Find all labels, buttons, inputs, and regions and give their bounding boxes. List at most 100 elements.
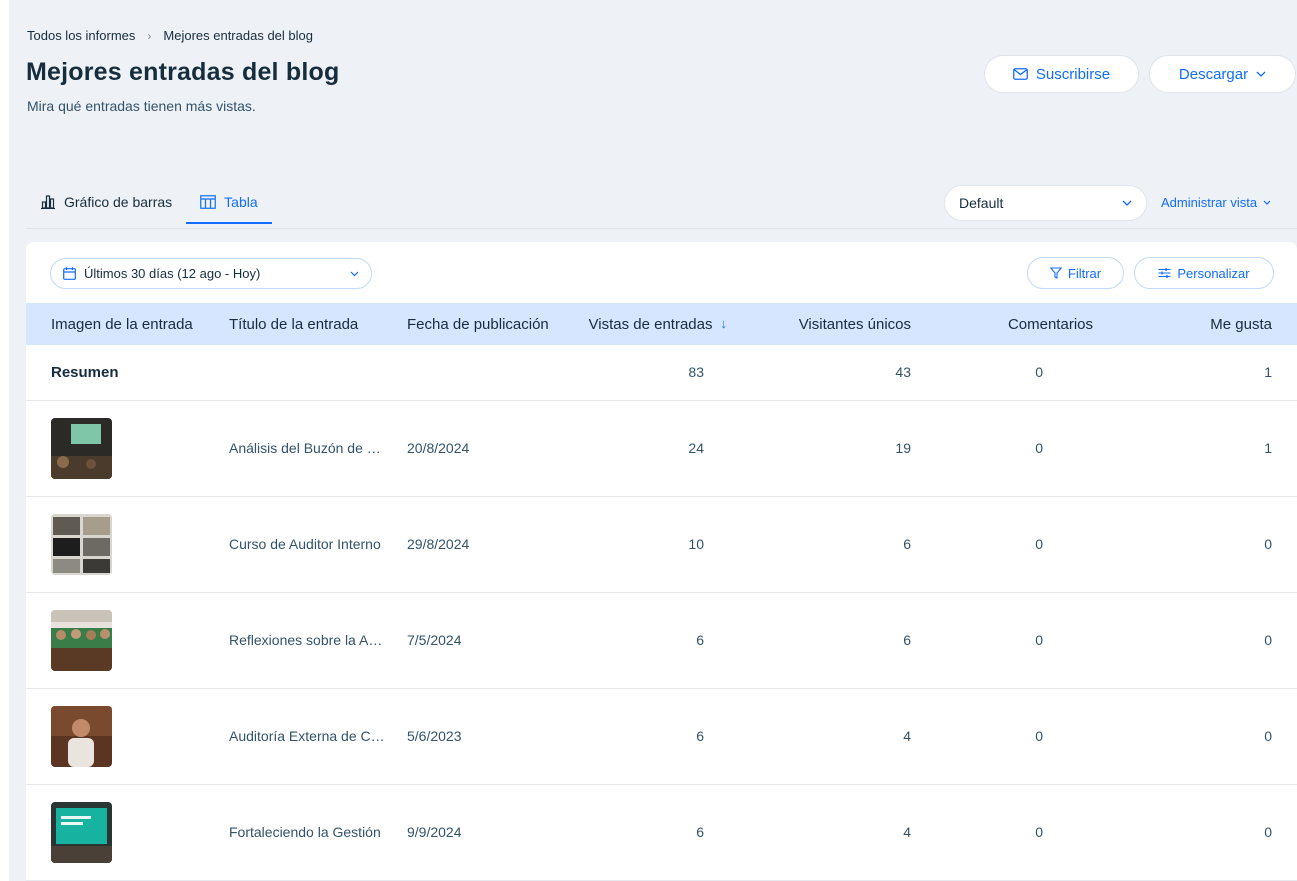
tab-table[interactable]: Tabla [186, 182, 273, 224]
post-image-cell [26, 688, 219, 784]
column-header-likes[interactable]: Me gusta [1103, 303, 1297, 345]
post-image-cell [26, 784, 219, 880]
post-title[interactable]: Auditoría Externa de Calidad [219, 688, 397, 784]
calendar-icon [63, 267, 76, 280]
post-thumbnail[interactable] [51, 609, 112, 671]
post-unique-visitors: 19 [895, 440, 911, 456]
summary-unique-visitors: 43 [895, 364, 911, 381]
filter-icon [1049, 267, 1062, 279]
summary-label: Resumen [51, 363, 119, 381]
post-views: 6 [696, 728, 704, 744]
table-row[interactable]: Reflexiones sobre la Auditoría 7/5/2024 … [26, 592, 1297, 688]
table-row[interactable]: Curso de Auditor Interno 29/8/2024 10 6 … [26, 496, 1297, 592]
column-header-views[interactable]: Vistas de entradas ↓ [560, 303, 741, 345]
summary-likes: 1 [1264, 364, 1272, 381]
envelope-icon [1013, 68, 1028, 80]
post-comments: 0 [1035, 728, 1043, 744]
subscribe-button[interactable]: Suscribirse [984, 55, 1139, 93]
column-header-title[interactable]: Título de la entrada [219, 303, 397, 345]
column-header-date[interactable]: Fecha de publicación [397, 303, 560, 345]
left-edge [0, 0, 9, 881]
page-title: Mejores entradas del blog [26, 58, 340, 86]
post-date: 20/8/2024 [407, 440, 470, 456]
tab-table-label: Tabla [224, 194, 258, 210]
column-header-comments[interactable]: Comentarios [921, 303, 1103, 345]
view-tabs: Gráfico de barras Tabla [26, 182, 273, 224]
view-select[interactable]: Default [944, 185, 1147, 221]
table-row[interactable]: Auditoría Externa de Calidad 5/6/2023 6 … [26, 688, 1297, 784]
post-unique-visitors: 4 [903, 728, 911, 744]
filter-label: Filtrar [1067, 265, 1102, 281]
chevron-down-icon [1122, 200, 1132, 206]
manage-view-link[interactable]: Administrar vista [1161, 195, 1271, 210]
tab-bar-chart-label: Gráfico de barras [64, 194, 173, 210]
filter-button[interactable]: Filtrar [1027, 257, 1124, 289]
report-table: Imagen de la entrada Título de la entrad… [26, 303, 1297, 881]
post-thumbnail[interactable] [51, 417, 112, 479]
breadcrumb-current: Mejores entradas del blog [163, 28, 313, 43]
table-row[interactable]: Análisis del Buzón de Quejas 20/8/2024 2… [26, 400, 1297, 496]
summary-views: 83 [688, 364, 704, 381]
download-label: Descargar [1178, 65, 1249, 83]
post-likes: 0 [1264, 728, 1272, 744]
post-likes: 0 [1264, 536, 1272, 552]
bar-chart-icon [40, 195, 56, 209]
post-date: 5/6/2023 [407, 728, 462, 744]
post-views: 10 [688, 536, 704, 552]
post-comments: 0 [1035, 824, 1043, 840]
post-image-cell [26, 400, 219, 496]
post-likes: 1 [1264, 440, 1272, 456]
post-image-cell [26, 496, 219, 592]
post-title[interactable]: Curso de Auditor Interno [219, 496, 397, 592]
view-select-value: Default [959, 195, 1004, 211]
post-views: 6 [696, 632, 704, 648]
post-comments: 0 [1035, 440, 1043, 456]
page-subtitle: Mira qué entradas tienen más vistas. [27, 98, 256, 114]
breadcrumb: Todos los informes › Mejores entradas de… [27, 28, 313, 43]
post-image-cell [26, 592, 219, 688]
table-row[interactable]: Fortaleciendo la Gestión 9/9/2024 6 4 0 … [26, 784, 1297, 880]
post-thumbnail[interactable] [51, 513, 112, 575]
tab-bar-chart[interactable]: Gráfico de barras [26, 182, 186, 224]
summary-date-cell [397, 345, 560, 400]
header-actions: Suscribirse Descargar [984, 55, 1296, 93]
tabs-divider [26, 228, 1297, 229]
summary-title-cell [219, 345, 397, 400]
post-thumbnail[interactable] [51, 705, 112, 767]
chevron-down-icon [1256, 71, 1266, 77]
post-title[interactable]: Reflexiones sobre la Auditoría [219, 592, 397, 688]
post-unique-visitors: 4 [903, 824, 911, 840]
table-icon [200, 195, 217, 209]
breadcrumb-separator: › [147, 28, 152, 43]
post-unique-visitors: 6 [903, 632, 911, 648]
post-likes: 0 [1264, 824, 1272, 840]
post-comments: 0 [1035, 536, 1043, 552]
summary-row: Resumen 83 43 0 1 [26, 345, 1297, 400]
post-thumbnail[interactable] [51, 801, 112, 863]
customize-button[interactable]: Personalizar [1134, 257, 1274, 289]
post-title[interactable]: Fortaleciendo la Gestión [219, 784, 397, 880]
report-card: Últimos 30 días (12 ago - Hoy) Filtrar P… [26, 242, 1297, 881]
post-title[interactable]: Análisis del Buzón de Quejas [219, 400, 397, 496]
summary-comments: 0 [1035, 364, 1043, 381]
date-range-picker[interactable]: Últimos 30 días (12 ago - Hoy) [50, 258, 372, 289]
post-views: 24 [688, 440, 704, 456]
post-date: 9/9/2024 [407, 824, 462, 840]
subscribe-label: Suscribirse [1035, 65, 1111, 83]
post-unique-visitors: 6 [903, 536, 911, 552]
sort-descending-icon: ↓ [720, 316, 728, 332]
chevron-down-icon [350, 271, 359, 277]
post-comments: 0 [1035, 632, 1043, 648]
post-likes: 0 [1264, 632, 1272, 648]
date-range-label: Últimos 30 días (12 ago - Hoy) [84, 266, 261, 281]
column-header-unique-visitors[interactable]: Visitantes únicos [741, 303, 921, 345]
customize-label: Personalizar [1177, 265, 1250, 281]
chevron-down-icon [1263, 200, 1271, 205]
breadcrumb-all-reports-link[interactable]: Todos los informes [27, 28, 135, 43]
post-date: 7/5/2024 [407, 632, 462, 648]
column-header-views-label: Vistas de entradas [588, 315, 713, 333]
download-button[interactable]: Descargar [1149, 55, 1296, 93]
manage-view-label: Administrar vista [1161, 195, 1258, 210]
post-views: 6 [696, 824, 704, 840]
column-header-image[interactable]: Imagen de la entrada [26, 303, 219, 345]
